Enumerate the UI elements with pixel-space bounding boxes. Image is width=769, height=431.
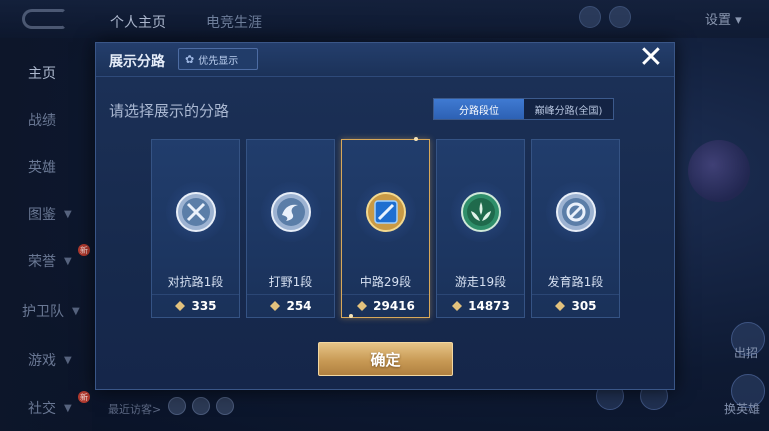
- switch-hero-label: 换英雄: [724, 402, 761, 416]
- select-lane-prompt: 请选择展示的分路: [109, 102, 230, 120]
- lane-score: 254: [247, 294, 334, 316]
- lane-name: 对抗路1段: [167, 275, 224, 289]
- emblem-glow: [261, 182, 321, 242]
- sidebar-item-label: 英雄: [28, 160, 56, 176]
- lane-score: 14873: [437, 294, 524, 316]
- sidebar-item-guard-team[interactable]: 护卫队 ▼: [0, 296, 92, 326]
- lane-score-value: 29416: [373, 298, 415, 313]
- avatar[interactable]: [168, 397, 186, 415]
- chevron-down-icon: ▼: [64, 255, 72, 267]
- lane-card-farm[interactable]: 发育路1段 305: [531, 139, 620, 318]
- close-icon[interactable]: ✕: [636, 43, 666, 74]
- gear-icon: ✿: [185, 52, 195, 66]
- penguin-icon[interactable]: [579, 6, 601, 28]
- lane-name: 中路29段: [359, 275, 412, 289]
- tab-peak-lane-national[interactable]: 巅峰分路(全国): [524, 99, 613, 119]
- tab-lane-rank[interactable]: 分路段位: [434, 99, 524, 119]
- chevron-down-icon: ▾: [735, 13, 742, 28]
- lane-name: 打野1段: [268, 275, 313, 289]
- ranking-mode-toggle: 分路段位 巅峰分路(全国): [433, 98, 614, 120]
- sidebar-item-game[interactable]: 游戏 ▼: [0, 345, 92, 375]
- back-icon[interactable]: [22, 9, 66, 29]
- sidebar-item-label: 战绩: [28, 113, 56, 129]
- sidebar-item-label: 游戏: [28, 353, 56, 369]
- lane-display-dialog: 展示分路 ✿ 优先显示 ✕ 请选择展示的分路 分路段位 巅峰分路(全国) 对抗路…: [95, 42, 675, 390]
- points-icon: [555, 300, 566, 311]
- lane-card-clash[interactable]: 对抗路1段 335: [151, 139, 240, 318]
- priority-display-button[interactable]: ✿ 优先显示: [178, 48, 258, 70]
- points-icon: [270, 300, 281, 311]
- lane-card-mid[interactable]: 中路29段 29416: [341, 137, 430, 318]
- sidebar-item-label: 荣誉: [28, 254, 56, 270]
- new-badge: 新: [78, 391, 90, 403]
- emblem-glow: [166, 182, 226, 242]
- settings-menu[interactable]: 设置 ▾: [705, 9, 742, 28]
- sidebar-item-home[interactable]: 主页: [0, 58, 92, 88]
- sidebar-item-label: 护卫队: [22, 304, 64, 320]
- vip-icon[interactable]: [609, 6, 631, 28]
- priority-display-label: 优先显示: [198, 55, 239, 67]
- top-bar: 个人主页 电竞生涯 设置 ▾: [0, 0, 769, 38]
- roam-icon: [461, 192, 501, 232]
- points-icon: [452, 300, 463, 311]
- recent-visitors-link[interactable]: 最近访客>: [108, 401, 161, 417]
- sidebar-item-label: 主页: [28, 66, 56, 82]
- emblem-glow: [451, 182, 511, 242]
- sidebar-item-records[interactable]: 战绩: [0, 105, 92, 135]
- chevron-down-icon: ▼: [64, 208, 72, 220]
- tab-esports[interactable]: 电竞生涯: [206, 12, 262, 32]
- lane-card-roam[interactable]: 游走19段 14873: [436, 139, 525, 318]
- lane-score-value: 335: [191, 298, 217, 313]
- confirm-button[interactable]: 确定: [318, 342, 453, 376]
- lane-card-jungle[interactable]: 打野1段 254: [246, 139, 335, 318]
- sidebar-item-label: 图鉴: [28, 207, 56, 223]
- jungle-icon: [271, 192, 311, 232]
- lane-score: 305: [532, 294, 619, 316]
- selection-corner: [414, 137, 418, 141]
- move-label: 出招: [734, 346, 759, 360]
- clash-lane-icon: [176, 192, 216, 232]
- chevron-down-icon: ▼: [64, 354, 72, 366]
- planet-decoration: [688, 140, 750, 202]
- points-icon: [175, 300, 186, 311]
- tab-profile[interactable]: 个人主页: [110, 12, 166, 32]
- sidebar-item-codex[interactable]: 图鉴 ▼: [0, 199, 92, 229]
- avatar[interactable]: [216, 397, 234, 415]
- dialog-title: 展示分路: [109, 54, 165, 70]
- settings-label: 设置: [705, 13, 732, 28]
- avatar[interactable]: [192, 397, 210, 415]
- chevron-down-icon: ▼: [72, 305, 80, 317]
- dialog-header: 展示分路 ✿ 优先显示 ✕: [96, 43, 674, 77]
- farm-lane-icon: [556, 192, 596, 232]
- lane-score: 29416: [342, 294, 429, 316]
- mid-lane-icon: [366, 192, 406, 232]
- lane-score-value: 305: [571, 298, 597, 313]
- points-icon: [357, 300, 368, 311]
- emblem-glow: [356, 182, 416, 242]
- emblem-glow: [546, 182, 606, 242]
- sidebar: 主页 战绩 英雄 图鉴 ▼ 荣誉 ▼ 新 护卫队 ▼ 游戏 ▼ 社交 ▼ 新: [0, 38, 92, 431]
- sidebar-item-heroes[interactable]: 英雄: [0, 152, 92, 182]
- lane-name: 游走19段: [454, 275, 507, 289]
- new-badge: 新: [78, 244, 90, 256]
- lane-score: 335: [152, 294, 239, 316]
- lane-score-value: 254: [286, 298, 312, 313]
- lane-name: 发育路1段: [547, 275, 604, 289]
- sidebar-item-label: 社交: [28, 401, 56, 417]
- lane-score-value: 14873: [468, 298, 510, 313]
- chevron-down-icon: ▼: [64, 402, 72, 414]
